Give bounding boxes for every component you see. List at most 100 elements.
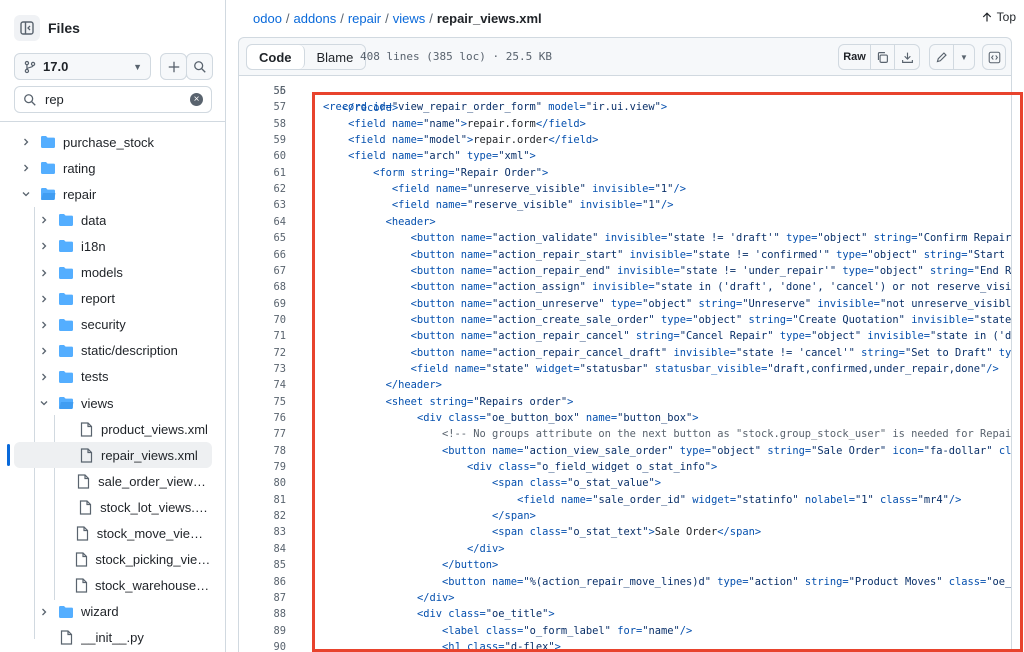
line-number[interactable]: 83 xyxy=(239,524,286,540)
tab-blame[interactable]: Blame xyxy=(304,45,366,69)
code-text: <record id="view_repair_order_form" mode… xyxy=(323,101,668,114)
line-number[interactable]: 87 xyxy=(239,590,286,606)
copy-button[interactable] xyxy=(871,45,895,69)
edit-button[interactable] xyxy=(930,45,954,69)
tree-chevron[interactable] xyxy=(36,398,52,408)
breadcrumb-link-repair[interactable]: repair xyxy=(348,11,381,26)
line-number[interactable]: 64 xyxy=(239,214,286,230)
line-number[interactable]: 82 xyxy=(239,508,286,524)
raw-button[interactable]: Raw xyxy=(839,45,871,69)
code-line: 86 <button name="%(action_repair_move_lin… xyxy=(239,574,1011,590)
tree-chevron[interactable] xyxy=(36,372,52,382)
tree-chevron[interactable] xyxy=(36,346,52,356)
download-button[interactable] xyxy=(895,45,919,69)
breadcrumb-link-addons[interactable]: addons xyxy=(294,11,337,26)
tree-chevron[interactable] xyxy=(36,241,52,251)
breadcrumb-link-views[interactable]: views xyxy=(393,11,426,26)
line-number[interactable]: 57 xyxy=(239,99,286,115)
code-text: <button name="action_view_sale_order" ty… xyxy=(441,444,1012,457)
tree-chevron[interactable] xyxy=(36,607,52,617)
line-number[interactable]: 62 xyxy=(239,181,286,197)
folder-icon xyxy=(59,318,73,331)
file-filter-input[interactable]: rep × xyxy=(14,86,212,113)
tab-code[interactable]: Code xyxy=(247,45,305,69)
line-number[interactable]: 90 xyxy=(239,639,286,652)
line-number[interactable]: 67 xyxy=(239,263,286,279)
line-number[interactable]: 68 xyxy=(239,279,286,295)
code-viewer[interactable]: 55 </record> 56 57 <record id="view_repair… xyxy=(238,75,1012,652)
tree-chevron[interactable] xyxy=(18,189,34,199)
tree-item-label: repair xyxy=(63,186,97,202)
branch-selector[interactable]: 17.0 ▼ xyxy=(14,53,151,80)
tree-chevron[interactable] xyxy=(18,137,34,147)
line-number[interactable]: 88 xyxy=(239,606,286,622)
add-file-button[interactable] xyxy=(160,53,187,80)
tree-chevron[interactable] xyxy=(36,320,52,330)
tree-folder-security[interactable]: security xyxy=(14,312,212,338)
clear-filter-icon[interactable]: × xyxy=(190,93,203,106)
tree-file-sale-order-views-xml[interactable]: sale_order_views.xml xyxy=(14,468,212,494)
tree-folder-data[interactable]: data xyxy=(14,207,212,233)
chevron-right-icon xyxy=(42,347,47,355)
line-number[interactable]: 58 xyxy=(239,116,286,132)
tree-item-label: stock_warehouse_view... xyxy=(94,578,212,594)
tree-folder-repair[interactable]: repair xyxy=(14,181,212,207)
tree-file-repair-views-xml[interactable]: repair_views.xml xyxy=(14,442,212,469)
code-line: 70 <button name="action_create_sale_order… xyxy=(239,312,1011,328)
tree-folder-static-description[interactable]: static/description xyxy=(14,338,212,364)
line-number[interactable]: 74 xyxy=(239,377,286,393)
code-text: <field name="model">repair.order</field> xyxy=(348,134,599,147)
tree-folder-report[interactable]: report xyxy=(14,286,212,312)
breadcrumb-link-odoo[interactable]: odoo xyxy=(253,11,282,26)
arrow-up-icon xyxy=(982,12,991,22)
line-number[interactable]: 81 xyxy=(239,492,286,508)
collapse-sidebar-button[interactable] xyxy=(14,15,40,41)
line-number[interactable]: 79 xyxy=(239,459,286,475)
tree-chevron[interactable] xyxy=(36,268,52,278)
line-number[interactable]: 69 xyxy=(239,296,286,312)
line-number[interactable]: 70 xyxy=(239,312,286,328)
line-number[interactable]: 60 xyxy=(239,148,286,164)
symbols-button[interactable] xyxy=(983,45,1005,69)
tree-folder-wizard[interactable]: wizard xyxy=(14,599,212,625)
line-number[interactable]: 84 xyxy=(239,541,286,557)
line-number[interactable]: 71 xyxy=(239,328,286,344)
scroll-top-button[interactable]: Top xyxy=(981,10,1016,24)
search-files-button[interactable] xyxy=(186,53,213,80)
line-number[interactable]: 76 xyxy=(239,410,286,426)
line-number[interactable]: 59 xyxy=(239,132,286,148)
tree-folder-i18n[interactable]: i18n xyxy=(14,233,212,259)
line-number[interactable]: 63 xyxy=(239,197,286,213)
tree-folder-rating[interactable]: rating xyxy=(14,155,212,181)
line-number[interactable]: 89 xyxy=(239,623,286,639)
tree-folder-views[interactable]: views xyxy=(14,390,212,416)
line-number[interactable]: 56 xyxy=(239,83,286,99)
tree-folder-tests[interactable]: tests xyxy=(14,364,212,390)
top-label: Top xyxy=(996,10,1016,24)
line-number[interactable]: 78 xyxy=(239,443,286,459)
tree-chevron[interactable] xyxy=(18,163,34,173)
line-number[interactable]: 66 xyxy=(239,247,286,263)
line-number[interactable]: 85 xyxy=(239,557,286,573)
symbols-toggle-button[interactable] xyxy=(982,44,1006,70)
tree-chevron[interactable] xyxy=(36,294,52,304)
tree-file-stock-lot-views-xml[interactable]: stock_lot_views.xml xyxy=(14,494,212,520)
tree-file-stock-warehouse-view-[interactable]: stock_warehouse_view... xyxy=(14,573,212,599)
tree-chevron[interactable] xyxy=(36,215,52,225)
tree-folder-purchase-stock[interactable]: purchase_stock xyxy=(14,129,212,155)
line-number[interactable]: 75 xyxy=(239,394,286,410)
line-number[interactable]: 61 xyxy=(239,165,286,181)
tree-file-product-views-xml[interactable]: product_views.xml xyxy=(14,416,212,442)
edit-dropdown-button[interactable]: ▼ xyxy=(954,45,974,69)
line-number[interactable]: 72 xyxy=(239,345,286,361)
tree-file--init-py[interactable]: __init__.py xyxy=(14,625,212,651)
line-number[interactable]: 86 xyxy=(239,574,286,590)
line-number[interactable]: 77 xyxy=(239,426,286,442)
line-number[interactable]: 65 xyxy=(239,230,286,246)
tree-folder-models[interactable]: models xyxy=(14,260,212,286)
tree-file-stock-picking-views-xml[interactable]: stock_picking_views.xml xyxy=(14,547,212,573)
tree-file-stock-move-views-xml[interactable]: stock_move_views.xml xyxy=(14,521,212,547)
line-number[interactable]: 80 xyxy=(239,475,286,491)
line-number[interactable]: 73 xyxy=(239,361,286,377)
file-icon xyxy=(78,474,90,489)
